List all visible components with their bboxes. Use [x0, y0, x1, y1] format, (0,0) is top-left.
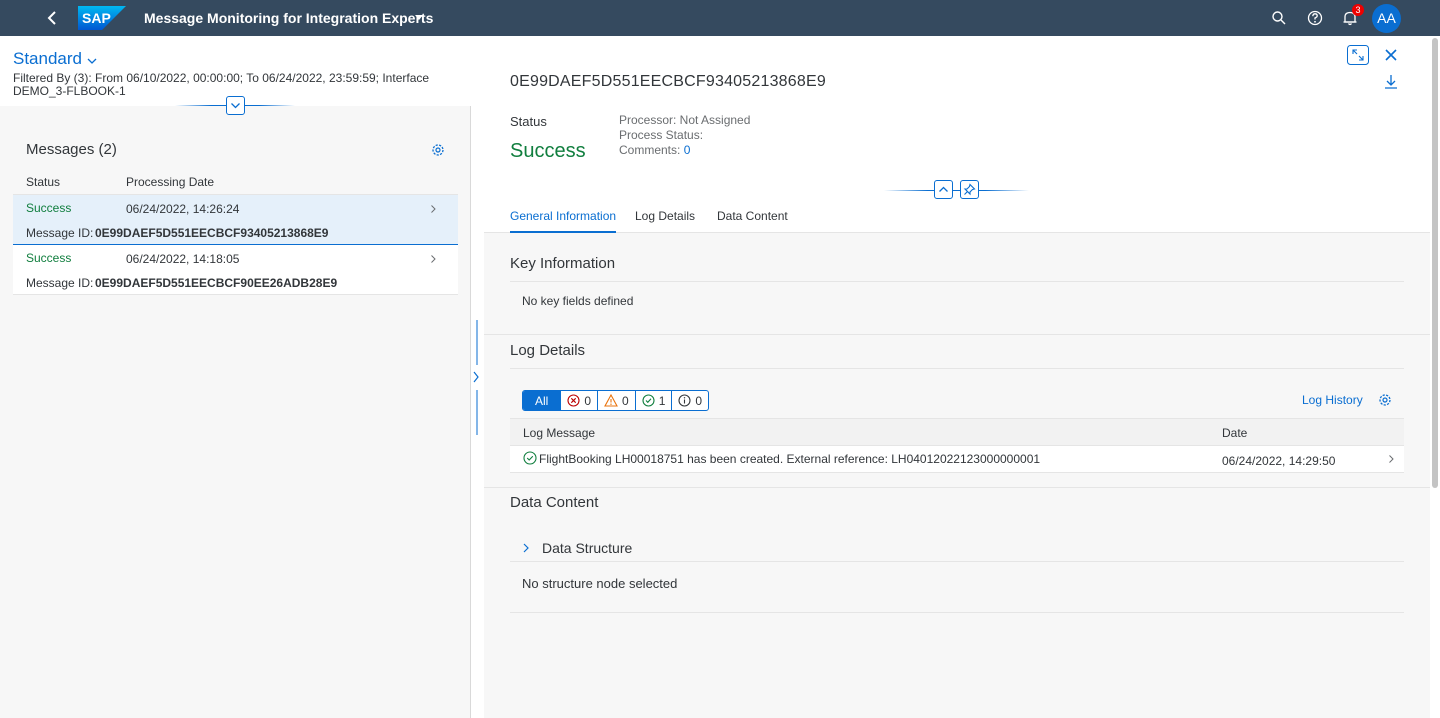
filter-error-button[interactable]: 0: [560, 391, 597, 410]
data-content-title: Data Content: [510, 494, 599, 511]
logo-text: SAP: [82, 10, 111, 26]
filter-success-count: 1: [658, 393, 666, 408]
row-status: Success: [26, 201, 72, 215]
filter-warning-count: 0: [622, 393, 629, 408]
shell-bar: SAP Message Monitoring for Integration E…: [0, 0, 1440, 36]
row-date: 06/24/2022, 14:26:24: [126, 202, 240, 216]
message-id-label: Message ID:: [26, 276, 94, 290]
chevron-down-icon[interactable]: [86, 55, 98, 67]
chevron-right-icon[interactable]: [427, 253, 439, 265]
filter-info-button[interactable]: 0: [671, 391, 708, 410]
key-info-empty: No key fields defined: [522, 294, 634, 308]
header-divider: [884, 190, 1029, 191]
filter-all-label: All: [535, 393, 549, 408]
tab-data-content[interactable]: Data Content: [717, 209, 788, 231]
tab-log-details[interactable]: Log Details: [635, 209, 695, 231]
comments-link[interactable]: 0: [684, 143, 691, 157]
process-status-text: Process Status:: [619, 128, 704, 142]
column-log-message[interactable]: Log Message: [523, 426, 595, 440]
app-title[interactable]: Message Monitoring for Integration Exper…: [144, 10, 433, 26]
search-icon[interactable]: [1270, 9, 1288, 27]
chevron-right-icon[interactable]: [1386, 454, 1396, 464]
log-details-title: Log Details: [510, 342, 586, 359]
status-value: Success: [510, 140, 586, 162]
chevron-up-icon: [939, 186, 948, 192]
tab-bar: General Information Log Details Data Con…: [484, 208, 1430, 233]
divider: [484, 334, 1430, 335]
comments-label: Comments:: [619, 143, 681, 157]
avatar[interactable]: AA: [1372, 4, 1401, 33]
master-panel: Standard Filtered By (3): From 06/10/202…: [0, 36, 471, 718]
divider: [484, 487, 1430, 488]
split-resize-handle[interactable]: [471, 320, 484, 440]
data-structure-title[interactable]: Data Structure: [542, 540, 632, 556]
status-label: Status: [510, 114, 547, 129]
object-title: 0E99DAEF5D551EECBCF93405213868E9: [510, 73, 826, 90]
filter-error-count: 0: [584, 393, 592, 408]
log-table: Log Message Date FlightBooking LH0001875…: [510, 418, 1404, 473]
table-header: Log Message Date: [510, 418, 1404, 446]
divider: [510, 281, 1404, 282]
help-icon[interactable]: [1306, 9, 1324, 27]
detail-content: Key Information No key fields defined Lo…: [484, 233, 1430, 718]
pin-icon: [963, 183, 976, 196]
log-message: FlightBooking LH00018751 has been create…: [539, 452, 1041, 466]
download-icon[interactable]: [1380, 72, 1402, 92]
expand-header-button[interactable]: [226, 96, 245, 115]
variant-selector[interactable]: Standard: [13, 49, 82, 69]
column-date[interactable]: Date: [1222, 426, 1247, 440]
settings-icon[interactable]: [430, 142, 446, 158]
success-icon: [523, 451, 537, 465]
chevron-down-icon: [231, 103, 240, 109]
filter-all-button[interactable]: All: [523, 391, 561, 410]
close-icon[interactable]: [1380, 45, 1402, 65]
divider: [510, 561, 1404, 562]
chevron-right-icon[interactable]: [427, 203, 439, 215]
info-icon: [678, 394, 691, 407]
message-id-label: Message ID:: [26, 226, 94, 240]
settings-icon[interactable]: [1377, 392, 1393, 408]
filter-warning-button[interactable]: 0: [597, 391, 635, 410]
tab-general-information[interactable]: General Information: [510, 209, 617, 233]
sap-logo[interactable]: SAP: [78, 6, 126, 30]
processor-text: Processor: Not Assigned: [619, 113, 751, 127]
message-id: 0E99DAEF5D551EECBCF93405213868E9: [95, 226, 329, 240]
table-header: Status Processing Date: [13, 168, 458, 195]
filter-info-count: 0: [695, 393, 703, 408]
comments-line: Comments: 0: [619, 143, 750, 158]
table-row[interactable]: FlightBooking LH00018751 has been create…: [510, 446, 1404, 473]
error-icon: [567, 394, 580, 407]
no-structure-text: No structure node selected: [522, 576, 678, 591]
divider: [510, 612, 1404, 613]
scrollbar[interactable]: [1430, 36, 1440, 718]
message-id: 0E99DAEF5D551EECBCF90EE26ADB28E9: [95, 276, 338, 290]
pin-header-button[interactable]: [960, 180, 979, 199]
notification-badge: 3: [1352, 4, 1364, 16]
log-filter-segmented: All 0 0 1 0: [522, 390, 710, 411]
collapse-header-button[interactable]: [934, 180, 953, 199]
messages-title: Messages (2): [26, 141, 117, 158]
header-attributes: Processor: Not Assigned Process Status: …: [619, 113, 750, 158]
warning-icon: [604, 394, 618, 407]
row-date: 06/24/2022, 14:18:05: [126, 252, 240, 266]
row-status: Success: [26, 251, 72, 265]
chevron-right-icon[interactable]: [520, 542, 532, 554]
key-info-title: Key Information: [510, 255, 616, 272]
success-icon: [642, 394, 655, 407]
detail-panel: 0E99DAEF5D551EECBCF93405213868E9 Status …: [484, 36, 1430, 718]
divider: [510, 368, 1404, 369]
log-history-link[interactable]: Log History: [1302, 393, 1363, 407]
filter-success-button[interactable]: 1: [634, 391, 672, 410]
table-row[interactable]: Success 06/24/2022, 14:26:24 Message ID:…: [13, 195, 458, 245]
log-date: 06/24/2022, 14:29:50: [1222, 454, 1336, 468]
messages-table: Status Processing Date Success 06/24/202…: [13, 168, 458, 295]
filter-summary: Filtered By (3): From 06/10/2022, 00:00:…: [13, 71, 430, 98]
table-row[interactable]: Success 06/24/2022, 14:18:05 Message ID:…: [13, 245, 458, 295]
column-processing-date[interactable]: Processing Date: [126, 175, 214, 189]
chevron-down-icon[interactable]: [413, 12, 425, 24]
fullscreen-icon[interactable]: [1347, 45, 1369, 65]
scrollbar-thumb[interactable]: [1432, 38, 1438, 488]
back-arrow-icon[interactable]: [44, 9, 62, 27]
column-status[interactable]: Status: [26, 175, 60, 189]
